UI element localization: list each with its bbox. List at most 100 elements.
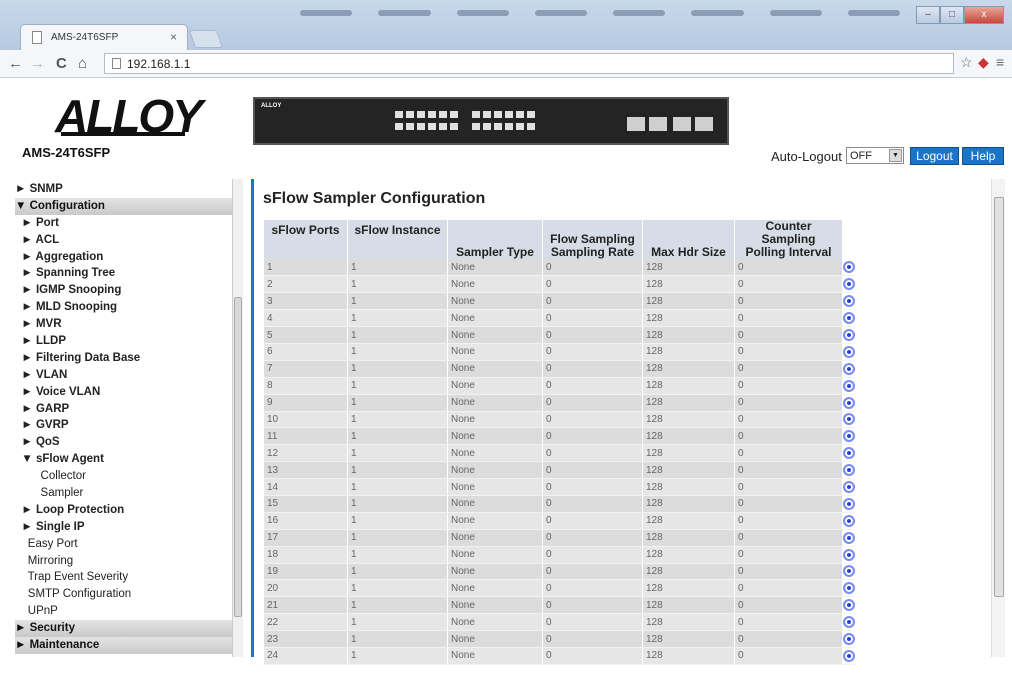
port-icon bbox=[494, 111, 502, 118]
sidebar-item[interactable]: ► Port bbox=[15, 215, 240, 232]
background-tab[interactable] bbox=[613, 10, 666, 16]
star-icon[interactable]: ☆ bbox=[960, 54, 973, 71]
sidebar-item[interactable]: Mirroring bbox=[15, 553, 240, 570]
main-scrollbar[interactable] bbox=[991, 179, 1005, 657]
background-tab[interactable] bbox=[534, 10, 587, 16]
edit-icon[interactable] bbox=[843, 312, 855, 325]
sidebar-item[interactable]: ▼ sFlow Agent bbox=[15, 451, 240, 468]
menu-icon[interactable]: ≡ bbox=[996, 54, 1004, 70]
sidebar-item[interactable]: SMTP Configuration bbox=[15, 586, 240, 603]
sidebar-item[interactable]: ► MVR bbox=[15, 316, 240, 333]
sidebar-item[interactable]: ► IGMP Snooping bbox=[15, 282, 240, 299]
edit-icon[interactable] bbox=[843, 396, 855, 409]
table-cell: 1 bbox=[347, 546, 448, 564]
table-cell: 6 bbox=[263, 343, 348, 361]
table-cell: 1 bbox=[347, 596, 448, 615]
home-icon[interactable]: ⌂ bbox=[78, 55, 87, 72]
edit-icon[interactable] bbox=[843, 565, 855, 578]
background-tab[interactable] bbox=[378, 10, 431, 16]
tab-close-icon[interactable]: × bbox=[170, 30, 177, 44]
background-tab[interactable] bbox=[300, 10, 353, 16]
table-cell: 1 bbox=[347, 292, 448, 311]
sidebar-item[interactable]: ▼ Configuration bbox=[15, 197, 240, 215]
table-row: 20 1 None 0 128 0 bbox=[263, 579, 855, 598]
table-row: 14 1 None 0 128 0 bbox=[263, 478, 855, 496]
edit-icon[interactable] bbox=[843, 464, 855, 477]
table-cell: 128 bbox=[642, 495, 735, 513]
edit-icon[interactable] bbox=[843, 633, 855, 646]
sidebar-item[interactable]: Easy Port bbox=[15, 536, 240, 553]
address-bar[interactable]: 192.168.1.1 bbox=[104, 53, 954, 74]
sidebar-item[interactable]: ► Spanning Tree bbox=[15, 265, 240, 282]
back-icon[interactable]: ← bbox=[8, 55, 23, 72]
auto-logout-select[interactable]: OFF ▼ bbox=[846, 147, 904, 164]
table-row: 1 1 None 0 128 0 bbox=[263, 259, 855, 277]
sidebar-item[interactable]: Sampler bbox=[15, 485, 240, 502]
forward-icon[interactable]: → bbox=[30, 55, 45, 72]
sidebar-item[interactable]: ► MLD Snooping bbox=[15, 299, 240, 316]
table-cell: 0 bbox=[542, 343, 643, 361]
edit-icon[interactable] bbox=[843, 548, 855, 561]
help-button[interactable]: Help bbox=[962, 147, 1004, 165]
sidebar-item[interactable]: ► GARP bbox=[15, 401, 240, 418]
extension-icon[interactable]: ◆ bbox=[978, 54, 989, 71]
table-cell: 1 bbox=[347, 309, 448, 328]
sidebar-item[interactable]: Collector bbox=[15, 468, 240, 485]
sidebar-scrollbar-thumb[interactable] bbox=[234, 297, 242, 617]
sidebar-item[interactable]: Trap Event Severity bbox=[15, 569, 240, 586]
main-scrollbar-thumb[interactable] bbox=[994, 197, 1004, 597]
sidebar-item[interactable]: ► Aggregation bbox=[15, 249, 240, 266]
logout-button[interactable]: Logout bbox=[910, 147, 959, 165]
sidebar-item[interactable]: ► Single IP bbox=[15, 519, 240, 536]
edit-icon[interactable] bbox=[843, 514, 855, 527]
edit-icon[interactable] bbox=[843, 413, 855, 426]
table-cell: None bbox=[447, 596, 543, 615]
background-tab[interactable] bbox=[847, 10, 900, 16]
edit-icon[interactable] bbox=[843, 295, 855, 308]
sidebar-item[interactable]: ► SNMP bbox=[15, 181, 240, 198]
edit-icon[interactable] bbox=[843, 430, 855, 443]
edit-icon[interactable] bbox=[843, 481, 855, 494]
table-cell: 128 bbox=[642, 647, 735, 665]
edit-icon[interactable] bbox=[843, 379, 855, 392]
sidebar-scrollbar[interactable] bbox=[232, 179, 243, 657]
edit-cell bbox=[842, 309, 855, 328]
edit-cell bbox=[842, 613, 855, 632]
table-cell: 128 bbox=[642, 512, 735, 530]
new-tab-button[interactable] bbox=[188, 30, 224, 48]
sidebar-item[interactable]: ► Voice VLAN bbox=[15, 384, 240, 401]
edit-icon[interactable] bbox=[843, 447, 855, 460]
background-tab[interactable] bbox=[769, 10, 822, 16]
sidebar-item[interactable]: ► QoS bbox=[15, 434, 240, 451]
minimize-button[interactable]: – bbox=[916, 6, 940, 24]
table-row: 3 1 None 0 128 0 bbox=[263, 292, 855, 311]
edit-icon[interactable] bbox=[843, 278, 855, 291]
edit-icon[interactable] bbox=[843, 616, 855, 629]
sidebar-item[interactable]: ► ACL bbox=[15, 232, 240, 249]
sidebar-item[interactable]: UPnP bbox=[15, 603, 240, 620]
sidebar-item[interactable]: ► VLAN bbox=[15, 367, 240, 384]
sidebar-item[interactable]: ► Maintenance bbox=[15, 637, 240, 654]
reload-icon[interactable]: C bbox=[56, 55, 67, 72]
sidebar-item[interactable]: ► Security bbox=[15, 620, 240, 638]
background-tab[interactable] bbox=[456, 10, 509, 16]
table-cell: 128 bbox=[642, 292, 735, 311]
edit-icon[interactable] bbox=[843, 362, 855, 375]
edit-icon[interactable] bbox=[843, 531, 855, 544]
table-cell: 0 bbox=[734, 360, 843, 378]
sidebar-item[interactable]: ► Loop Protection bbox=[15, 502, 240, 519]
edit-icon[interactable] bbox=[843, 649, 855, 662]
background-tab[interactable] bbox=[691, 10, 744, 16]
edit-icon[interactable] bbox=[843, 582, 855, 595]
sidebar-item[interactable]: ► GVRP bbox=[15, 417, 240, 434]
edit-icon[interactable] bbox=[843, 261, 855, 274]
edit-icon[interactable] bbox=[843, 497, 855, 510]
sidebar-item[interactable]: ► Filtering Data Base bbox=[15, 350, 240, 367]
edit-icon[interactable] bbox=[843, 345, 855, 358]
close-window-button[interactable]: x bbox=[964, 6, 1004, 24]
edit-icon[interactable] bbox=[843, 599, 855, 612]
sidebar-item[interactable]: ► LLDP bbox=[15, 333, 240, 350]
edit-icon[interactable] bbox=[843, 329, 855, 341]
maximize-button[interactable]: □ bbox=[940, 6, 964, 24]
browser-tab[interactable]: AMS-24T6SFP × bbox=[20, 24, 188, 50]
